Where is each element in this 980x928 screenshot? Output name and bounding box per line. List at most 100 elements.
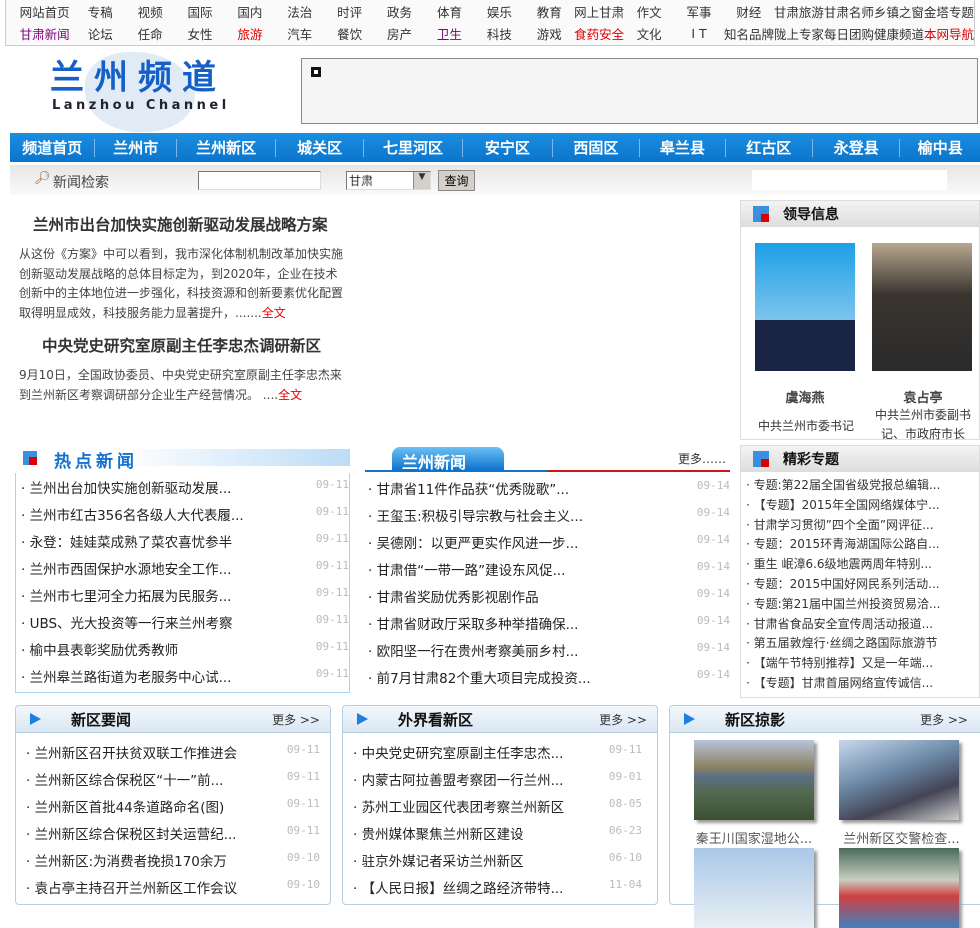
- news-item[interactable]: · 兰州出台加快实施创新驱动发展... 09-11: [21, 473, 349, 500]
- top-nav-link[interactable]: 餐饮: [325, 24, 375, 43]
- channel-tab[interactable]: 安宁区: [463, 138, 553, 157]
- news-item[interactable]: · 驻京外媒记者采访兰州新区 06-10: [353, 846, 642, 873]
- search-input[interactable]: [198, 171, 321, 190]
- more-link[interactable]: 更多 >>: [920, 711, 968, 728]
- channel-tab[interactable]: 西固区: [553, 138, 641, 157]
- news-item[interactable]: · 内蒙古阿拉善盟考察团一行兰州... 09-01: [353, 765, 642, 792]
- news-title[interactable]: · 贵州媒体聚焦兰州新区建设: [353, 823, 524, 843]
- news-item[interactable]: · 兰州新区综合保税区“十一”前... 09-11: [26, 765, 320, 792]
- news-item[interactable]: · 王玺玉:积极引导宗教与社会主义... 09-14: [368, 501, 730, 528]
- news-title[interactable]: · 兰州新区召开扶贫双联工作推进会: [26, 742, 237, 762]
- news-item[interactable]: · UBS、光大投资等一行来兰州考察 09-11: [21, 608, 349, 635]
- top-nav-link[interactable]: 视频: [125, 2, 175, 21]
- photo-4[interactable]: [839, 848, 959, 928]
- news-title[interactable]: · 兰州新区:为消费者挽损170余万: [26, 850, 227, 870]
- channel-tab[interactable]: 兰州市: [95, 138, 177, 157]
- news-title[interactable]: · 吴德刚：以更严更实作风进一步...: [368, 532, 578, 552]
- top-nav-link[interactable]: 甘肃新闻: [14, 24, 75, 43]
- top-nav-link[interactable]: 论坛: [75, 24, 125, 43]
- channel-tab[interactable]: 兰州新区: [177, 138, 277, 157]
- news-title[interactable]: · 兰州市红古356名各级人大代表履...: [21, 504, 244, 524]
- secondary-input[interactable]: [752, 170, 947, 190]
- region-select[interactable]: 甘肃 ▼: [346, 171, 431, 190]
- news-title[interactable]: · 榆中县表彰奖励优秀教师: [21, 639, 178, 659]
- news-title[interactable]: · 兰州新区综合保税区“十一”前...: [26, 769, 223, 789]
- news-title[interactable]: · 兰州新区综合保税区封关运营纪...: [26, 823, 236, 843]
- news-title[interactable]: · 【人民日报】丝绸之路经济带特...: [353, 877, 563, 897]
- top-nav-link[interactable]: 食药安全: [574, 24, 624, 43]
- top-nav-link[interactable]: 女性: [175, 24, 225, 43]
- news-title[interactable]: · 兰州市西固保护水源地安全工作...: [21, 558, 231, 578]
- news-title[interactable]: · 中央党史研究室原副主任李忠杰...: [353, 742, 563, 762]
- channel-tab[interactable]: 七里河区: [364, 138, 464, 157]
- more-link[interactable]: 更多 >>: [272, 711, 320, 728]
- search-button[interactable]: 查询: [438, 170, 475, 191]
- news-title[interactable]: · 甘肃省财政厅采取多种举措确保...: [368, 613, 578, 633]
- top-nav-link[interactable]: 任命: [125, 24, 175, 43]
- news-title[interactable]: · 永登：娃娃菜成熟了菜农喜忧参半: [21, 531, 232, 551]
- photo-wetland[interactable]: [694, 740, 814, 820]
- top-nav-link[interactable]: 金塔专题: [924, 2, 974, 21]
- topic-item[interactable]: · 甘肃学习贯彻”四个全面”网评征...: [746, 516, 979, 536]
- top-nav-link[interactable]: 乡镇之窗: [874, 2, 924, 21]
- top-nav-link[interactable]: 陇上专家: [774, 24, 824, 43]
- topic-item[interactable]: · 【端午节特别推荐】又是一年端...: [746, 654, 979, 674]
- top-nav-link[interactable]: 国际: [175, 2, 225, 21]
- ad-banner[interactable]: [301, 58, 978, 124]
- top-nav-link[interactable]: 甘肃旅游: [774, 2, 824, 21]
- top-nav-link[interactable]: 甘肃名师: [824, 2, 874, 21]
- topic-item[interactable]: · 专题：2015中国好网民系列活动...: [746, 575, 979, 595]
- news-title[interactable]: · 兰州出台加快实施创新驱动发展...: [21, 477, 231, 497]
- leader-photo-2[interactable]: [872, 243, 972, 371]
- topic-item[interactable]: · 专题:第22届全国省级党报总编辑...: [746, 476, 979, 496]
- news-item[interactable]: · 兰州市西固保护水源地安全工作... 09-11: [21, 554, 349, 581]
- topic-item[interactable]: · 【专题】2015年全国网络媒体宁...: [746, 496, 979, 516]
- news-item[interactable]: · 兰州皋兰路街道为老服务中心试... 09-11: [21, 662, 349, 689]
- top-nav-link[interactable]: 房产: [375, 24, 425, 43]
- news-item[interactable]: · 【人民日报】丝绸之路经济带特... 11-04: [353, 873, 642, 900]
- news-item[interactable]: · 甘肃省奖励优秀影视剧作品 09-14: [368, 582, 730, 609]
- news-title[interactable]: · 甘肃借“一带一路”建设东风促...: [368, 559, 565, 579]
- news-item[interactable]: · 中央党史研究室原副主任李忠杰... 09-11: [353, 738, 642, 765]
- top-nav-link[interactable]: 国内: [225, 2, 275, 21]
- top-nav-link[interactable]: 文化: [624, 24, 674, 43]
- news-title[interactable]: · 驻京外媒记者采访兰州新区: [353, 850, 524, 870]
- news-title[interactable]: · 内蒙古阿拉善盟考察团一行兰州...: [353, 769, 563, 789]
- news-title[interactable]: · 兰州新区首批44条道路命名(图): [26, 796, 224, 816]
- leader-photo-1[interactable]: [755, 243, 855, 371]
- news-item[interactable]: · 兰州市七里河全力拓展为民服务... 09-11: [21, 581, 349, 608]
- more-link[interactable]: 更多 >>: [599, 711, 647, 728]
- news-item[interactable]: · 欧阳坚一行在贵州考察美丽乡村... 09-14: [368, 636, 730, 663]
- top-nav-link[interactable]: 旅游: [225, 24, 275, 43]
- news-item[interactable]: · 榆中县表彰奖励优秀教师 09-11: [21, 635, 349, 662]
- news-item[interactable]: · 兰州新区召开扶贫双联工作推进会 09-11: [26, 738, 320, 765]
- news-item[interactable]: · 兰州新区:为消费者挽损170余万 09-10: [26, 846, 320, 873]
- top-nav-link[interactable]: 政务: [375, 2, 425, 21]
- channel-tab[interactable]: 榆中县: [900, 139, 980, 157]
- news-item[interactable]: · 甘肃借“一带一路”建设东风促... 09-14: [368, 555, 730, 582]
- top-nav-link[interactable]: 汽车: [275, 24, 325, 43]
- leader-name-1[interactable]: 虞海燕: [741, 387, 869, 406]
- headline-1-title[interactable]: 兰州市出台加快实施创新驱动发展战略方案: [33, 213, 328, 235]
- topic-item[interactable]: · 专题:第21届中国兰州投资贸易洽...: [746, 595, 979, 615]
- top-nav-link[interactable]: 网站首页: [14, 2, 75, 21]
- news-title[interactable]: · 前7月甘肃82个重大项目完成投资...: [368, 667, 591, 687]
- headline-2-title[interactable]: 中央党史研究室原副主任李忠杰调研新区: [42, 334, 321, 356]
- news-title[interactable]: · 欧阳坚一行在贵州考察美丽乡村...: [368, 640, 578, 660]
- news-item[interactable]: · 甘肃省财政厅采取多种举措确保... 09-14: [368, 609, 730, 636]
- topic-item[interactable]: · 重生 岷漳6.6级地震两周年特别...: [746, 555, 979, 575]
- channel-tab[interactable]: 城关区: [276, 138, 364, 157]
- topic-item[interactable]: · 甘肃省食品安全宣传周活动报道...: [746, 615, 979, 635]
- news-title[interactable]: · 王玺玉:积极引导宗教与社会主义...: [368, 505, 583, 525]
- channel-tab[interactable]: 频道首页: [10, 138, 96, 157]
- channel-tab[interactable]: 永登县: [813, 138, 901, 157]
- news-item[interactable]: · 前7月甘肃82个重大项目完成投资... 09-14: [368, 663, 730, 690]
- top-nav-link[interactable]: 网上甘肃: [574, 2, 624, 21]
- news-title[interactable]: · 苏州工业园区代表团考察兰州新区: [353, 796, 564, 816]
- leader-name-2[interactable]: 袁占亭: [865, 387, 980, 406]
- site-logo[interactable]: 兰州频道 Lanzhou Channel: [50, 52, 240, 132]
- news-item[interactable]: · 永登：娃娃菜成熟了菜农喜忧参半 09-11: [21, 527, 349, 554]
- top-nav-link[interactable]: I T: [674, 26, 724, 41]
- lanzhou-news-tab[interactable]: 兰州新闻: [392, 447, 504, 472]
- top-nav-link[interactable]: 法治: [275, 2, 325, 21]
